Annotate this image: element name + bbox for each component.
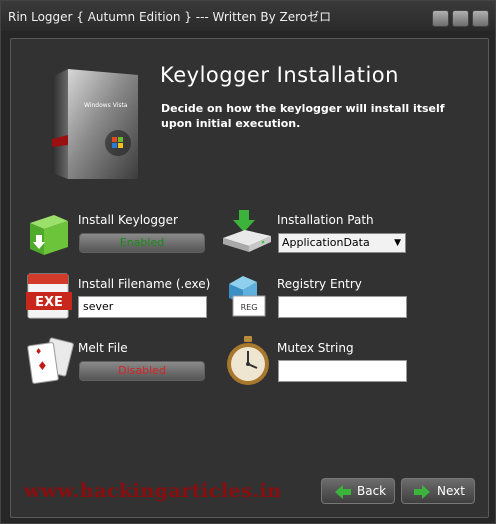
title-bar[interactable]: Rin Logger { Autumn Edition } --- Writte… <box>1 1 495 31</box>
installation-path-value: ApplicationData <box>282 236 370 249</box>
mutex-string-input[interactable] <box>278 360 407 382</box>
registry-cube-icon: REG <box>229 276 266 317</box>
melt-file-label: Melt File <box>78 341 128 355</box>
install-package-icon <box>30 215 68 255</box>
svg-text:♦: ♦ <box>35 347 42 356</box>
exe-icon-text: EXE <box>35 295 63 310</box>
registry-entry-input[interactable] <box>278 296 407 318</box>
back-button[interactable]: Back <box>321 478 395 504</box>
maximize-button[interactable] <box>452 10 469 27</box>
watermark-text: www.hackingarticles.in <box>24 480 282 502</box>
registry-entry-label: Registry Entry <box>277 277 362 291</box>
install-keylogger-label: Install Keylogger <box>78 213 178 227</box>
next-button[interactable]: Next <box>401 478 475 504</box>
mutex-string-label: Mutex String <box>277 341 354 355</box>
back-button-label: Back <box>357 484 387 498</box>
page-heading: Keylogger Installation <box>160 63 399 87</box>
box-text: Windows Vista <box>84 102 128 109</box>
hard-drive-install-icon <box>223 210 271 252</box>
page-description: Decide on how the keylogger will install… <box>161 102 445 130</box>
melt-file-toggle[interactable]: Disabled <box>79 361 205 381</box>
windows-vista-box-image: Windows Vista <box>52 69 138 179</box>
chevron-down-icon: ▼ <box>394 238 401 248</box>
installation-path-label: Installation Path <box>277 213 374 227</box>
reg-icon-text: REG <box>241 303 258 312</box>
installer-window: Rin Logger { Autumn Edition } --- Writte… <box>0 0 496 524</box>
close-button[interactable] <box>472 10 489 27</box>
stopwatch-icon <box>227 336 269 385</box>
installation-path-select[interactable]: ApplicationData ▼ <box>278 233 406 253</box>
exe-file-icon: EXE <box>26 273 72 319</box>
install-keylogger-toggle[interactable]: Enabled <box>79 233 205 253</box>
minimize-button[interactable] <box>432 10 449 27</box>
next-button-label: Next <box>437 484 465 498</box>
playing-cards-icon: ♦ ♦ <box>27 337 74 384</box>
arrow-left-icon <box>335 485 351 499</box>
svg-text:♦: ♦ <box>37 359 48 373</box>
install-filename-input[interactable]: sever <box>78 296 207 318</box>
arrow-right-icon <box>414 485 430 499</box>
window-title: Rin Logger { Autumn Edition } --- Writte… <box>8 10 332 24</box>
install-filename-label: Install Filename (.exe) <box>78 277 211 291</box>
